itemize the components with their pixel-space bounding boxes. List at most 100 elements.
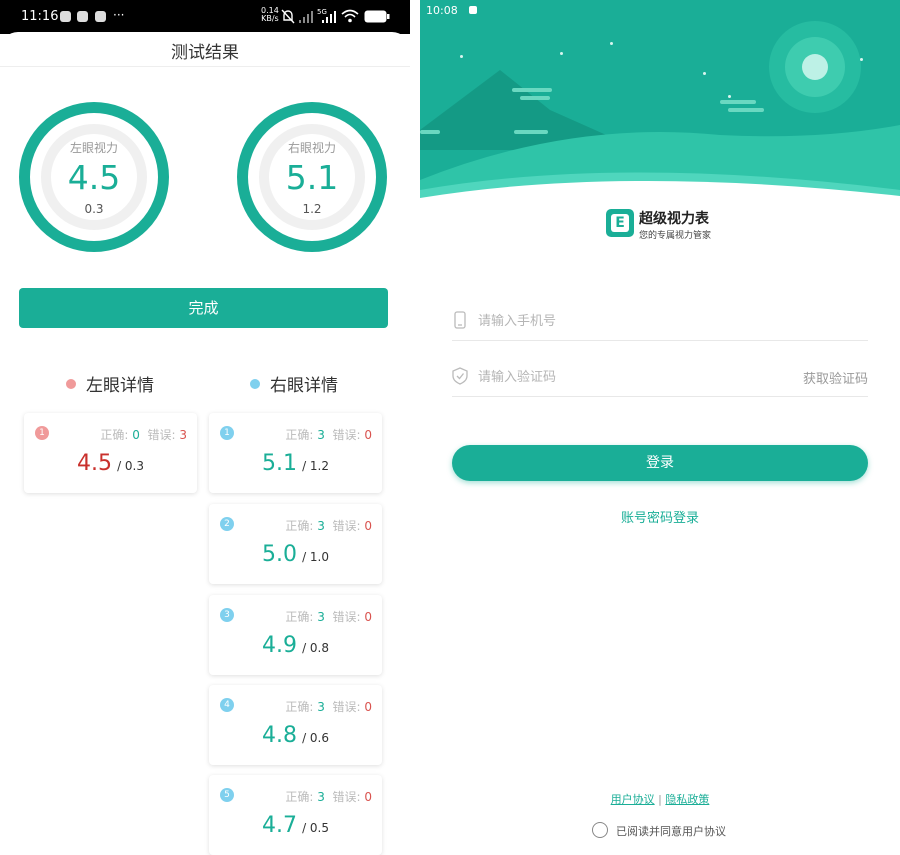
correct-count: 3 <box>317 700 325 714</box>
wrong-label: 错误: <box>147 428 176 442</box>
get-code-button[interactable]: 获取验证码 <box>803 368 868 387</box>
logo-letter: E <box>611 214 629 232</box>
left-eye-dot <box>66 379 76 389</box>
right-result-card: 2 正确: 3 错误: 0 5.0 / 1.0 <box>209 504 382 584</box>
notification-icon <box>60 11 71 22</box>
login-screen: 10:08 E 超级视力表 您的专属视力管家 获取验证码 登录 账号密码登录 用… <box>420 0 900 855</box>
signal-icon <box>322 11 336 23</box>
left-eye-details-label: 左眼详情 <box>86 376 154 396</box>
app-slogan: 您的专属视力管家 <box>639 231 712 241</box>
card-decimal: / 0.8 <box>302 641 330 655</box>
card-score: 5.1 / 1.2 <box>209 451 382 476</box>
correct-label: 正确: <box>285 519 314 533</box>
card-decimal: / 1.0 <box>302 550 330 564</box>
password-login-link[interactable]: 账号密码登录 <box>420 507 900 526</box>
card-score-value: 4.5 <box>76 451 112 476</box>
wrong-count: 0 <box>364 610 372 624</box>
star-dot <box>610 42 613 45</box>
privacy-policy-link[interactable]: 隐私政策 <box>665 793 709 806</box>
phone-field-row <box>452 300 868 341</box>
status-time: 11:16 <box>21 9 59 24</box>
agree-checkbox[interactable] <box>592 822 608 838</box>
code-input[interactable] <box>476 364 780 390</box>
correct-count: 3 <box>317 519 325 533</box>
status-bar: 10:08 <box>426 4 478 17</box>
signal-weak-icon <box>299 11 313 23</box>
link-separator: | <box>658 793 662 806</box>
wrong-count: 0 <box>364 790 372 804</box>
correct-count: 3 <box>317 790 325 804</box>
wrong-count: 0 <box>364 519 372 533</box>
card-score-value: 5.1 <box>261 451 297 476</box>
policy-links: 用户协议 | 隐私政策 <box>420 791 900 807</box>
code-field-row: 获取验证码 <box>452 356 868 397</box>
wifi-icon <box>341 9 359 23</box>
wrong-count: 0 <box>364 428 372 442</box>
correct-label: 正确: <box>285 790 314 804</box>
vision-result-screen: 11:16 ··· 0.14 KB/s 5G 测试结果 左眼视力 4.5 0.3… <box>0 0 410 855</box>
card-score: 4.5 / 0.3 <box>24 451 197 476</box>
notification-icon <box>95 11 106 22</box>
card-index: 3 <box>220 608 234 622</box>
header-illustration <box>420 0 900 200</box>
notification-icon <box>469 6 478 14</box>
left-result-card: 1 正确: 0 错误: 3 4.5 / 0.3 <box>24 413 197 493</box>
card-index: 4 <box>220 698 234 712</box>
card-score: 5.0 / 1.0 <box>209 542 382 567</box>
wrong-count: 0 <box>364 700 372 714</box>
correct-label: 正确: <box>285 428 314 442</box>
left-eye-details-header: 左眼详情 <box>66 371 154 396</box>
star-dot <box>560 52 563 55</box>
right-eye-label: 右眼视力 <box>287 141 336 155</box>
right-result-card: 4 正确: 3 错误: 0 4.8 / 0.6 <box>209 685 382 765</box>
right-result-card: 1 正确: 3 错误: 0 5.1 / 1.2 <box>209 413 382 493</box>
phone-input[interactable] <box>476 308 780 334</box>
card-decimal: / 0.6 <box>302 731 330 745</box>
battery-icon <box>364 10 390 23</box>
card-index: 5 <box>220 788 234 802</box>
page-title: 测试结果 <box>171 43 239 63</box>
wrong-label: 错误: <box>332 519 361 533</box>
correct-count: 0 <box>132 428 140 442</box>
star-dot <box>728 95 731 98</box>
wrong-count: 3 <box>179 428 187 442</box>
login-button[interactable]: 登录 <box>452 445 868 481</box>
star-dot <box>460 55 463 58</box>
status-time: 10:08 <box>426 4 458 17</box>
left-eye-label: 左眼视力 <box>69 141 118 155</box>
wrong-label: 错误: <box>332 610 361 624</box>
app-logo: E <box>606 209 634 237</box>
card-score-value: 5.0 <box>261 542 297 567</box>
card-stats: 正确: 3 错误: 0 <box>285 788 372 805</box>
right-eye-details-label: 右眼详情 <box>270 376 338 396</box>
done-button[interactable]: 完成 <box>19 288 388 328</box>
wrong-label: 错误: <box>332 700 361 714</box>
left-eye-score: 4.5 <box>67 158 121 197</box>
card-score: 4.8 / 0.6 <box>209 723 382 748</box>
card-score: 4.9 / 0.8 <box>209 633 382 658</box>
card-stats: 正确: 3 错误: 0 <box>285 517 372 534</box>
star-dot <box>860 58 863 61</box>
user-agreement-link[interactable]: 用户协议 <box>611 793 655 806</box>
card-index: 2 <box>220 517 234 531</box>
card-decimal: / 0.3 <box>117 459 145 473</box>
status-bar: 11:16 ··· 0.14 KB/s 5G <box>0 0 410 34</box>
star-dot <box>703 72 706 75</box>
card-score-value: 4.7 <box>261 813 297 838</box>
right-eye-decimal: 1.2 <box>302 202 322 216</box>
notification-icon <box>77 11 88 22</box>
card-score-value: 4.8 <box>261 723 297 748</box>
app-name: 超级视力表 <box>639 211 709 227</box>
shield-icon <box>452 367 468 385</box>
correct-count: 3 <box>317 428 325 442</box>
right-result-card: 5 正确: 3 错误: 0 4.7 / 0.5 <box>209 775 382 855</box>
network-speed: 0.14 KB/s <box>261 7 279 23</box>
card-decimal: / 0.5 <box>302 821 330 835</box>
right-eye-details-header: 右眼详情 <box>250 371 338 396</box>
card-score: 4.7 / 0.5 <box>209 813 382 838</box>
right-eye-dot <box>250 379 260 389</box>
wrong-label: 错误: <box>332 428 361 442</box>
card-decimal: / 1.2 <box>302 459 330 473</box>
card-index: 1 <box>35 426 49 440</box>
agree-text: 已阅读并同意用户协议 <box>616 825 726 838</box>
